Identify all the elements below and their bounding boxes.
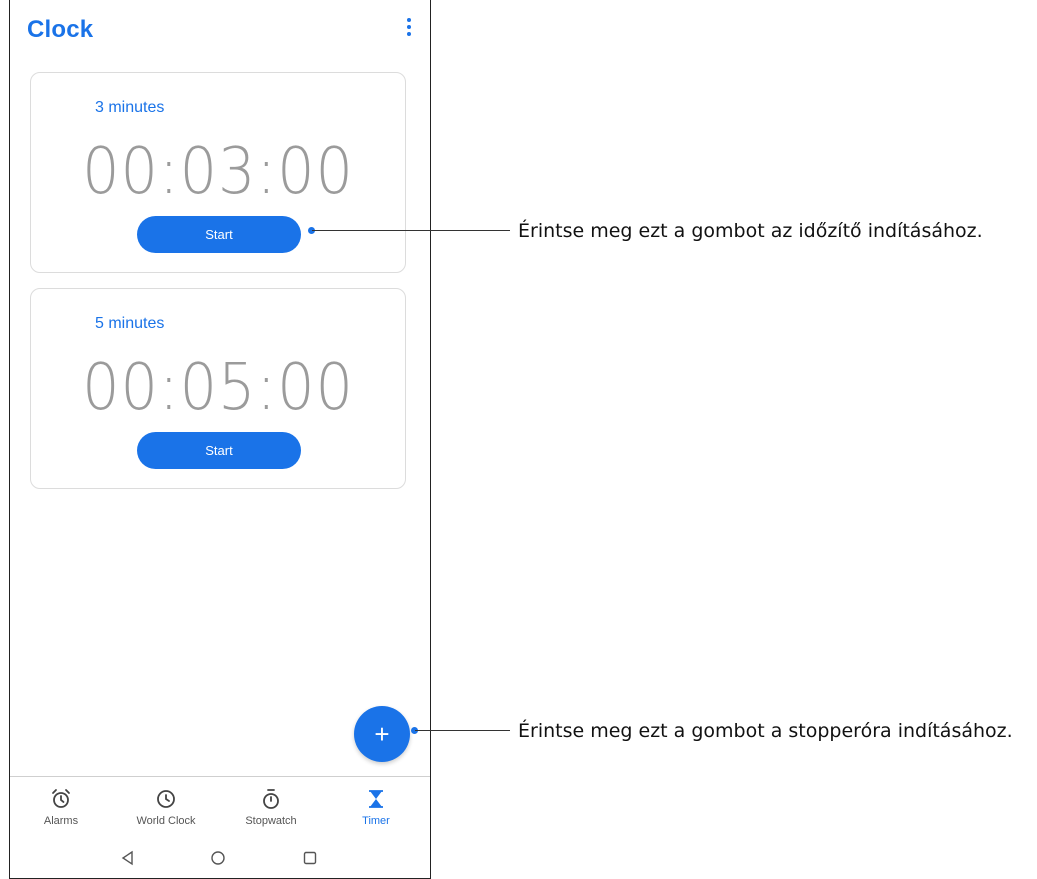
app-title: Clock [27,16,94,43]
stopwatch-icon [263,789,279,809]
plus-icon: + [374,718,390,749]
callout-line [415,730,510,731]
nav-item-stopwatch[interactable]: Stopwatch [221,787,321,827]
nav-label: World Clock [136,815,196,827]
phone-screen: Clock 3 minutes 00:03:00 Start 5 minutes… [9,0,431,879]
callout-line [312,230,510,231]
nav-label: Alarms [43,815,79,827]
nav-label: Stopwatch [245,815,297,827]
back-icon[interactable] [120,850,136,866]
recents-icon[interactable] [302,850,318,866]
more-vert-icon[interactable] [404,18,414,42]
timer-time[interactable]: 00:03:00 [46,135,390,209]
start-button[interactable]: Start [137,216,301,253]
timer-card: 5 minutes 00:05:00 Start [30,288,406,489]
nav-item-timer[interactable]: Timer [326,787,426,827]
home-icon[interactable] [210,850,226,866]
timer-card: 3 minutes 00:03:00 Start [30,72,406,273]
add-timer-button[interactable]: + [354,706,410,762]
timer-time[interactable]: 00:05:00 [46,351,390,425]
system-nav-bar [10,842,430,878]
callout-text: Érintse meg ezt a gombot a stopperóra in… [518,720,1013,742]
nav-item-world-clock[interactable]: World Clock [116,787,216,827]
alarm-icon [52,789,70,808]
clock-icon [157,790,175,808]
nav-item-alarms[interactable]: Alarms [11,787,111,827]
bottom-nav: Alarms World Clock Stopwatch Timer [10,776,430,833]
timer-label[interactable]: 5 minutes [95,315,164,333]
start-button[interactable]: Start [137,432,301,469]
callout-text: Érintse meg ezt a gombot az időzítő indí… [518,220,983,242]
hourglass-icon [369,790,383,808]
timer-label[interactable]: 3 minutes [95,99,164,117]
nav-label: Timer [362,815,390,827]
